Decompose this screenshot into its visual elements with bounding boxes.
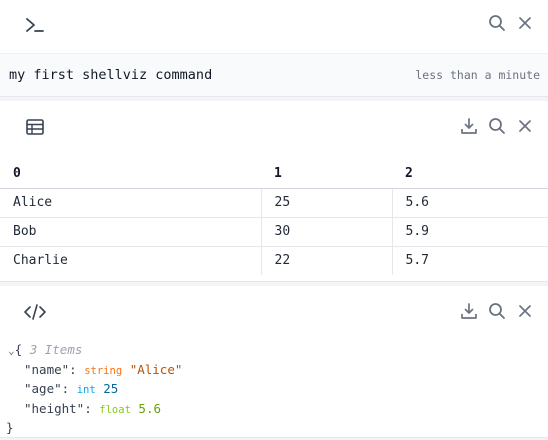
json-value: 5.6 — [138, 400, 161, 416]
json-type: string — [84, 364, 123, 377]
json-card-header — [0, 286, 548, 334]
search-icon[interactable] — [488, 14, 506, 32]
json-entry: "height": float 5.6 — [24, 400, 161, 416]
table-cell: 5.6 — [391, 188, 548, 218]
command-card: my first shellviz command less than a mi… — [0, 0, 548, 97]
table-cell: 5.7 — [391, 246, 548, 275]
json-entry: "name": string "Alice" — [24, 361, 183, 377]
json-card-actions — [460, 302, 534, 320]
json-viewer: ⌄{ 3 Items "name": string "Alice" "age":… — [0, 340, 548, 437]
command-card-header — [0, 0, 548, 48]
json-close-brace: } — [6, 420, 14, 436]
chevron-down-icon[interactable]: ⌄ — [8, 344, 15, 357]
close-icon[interactable] — [516, 302, 534, 320]
table-cell: Charlie — [13, 253, 68, 269]
table-row: Alice 25 5.6 — [0, 188, 548, 218]
json-entry: "age": int 25 — [24, 381, 119, 397]
table-cell: 30 — [260, 217, 392, 247]
command-card-actions — [488, 14, 534, 32]
json-root-line: ⌄{ 3 Items — [0, 340, 548, 360]
json-key: "height" — [24, 400, 85, 416]
json-type: int — [76, 384, 96, 397]
json-key: "name" — [24, 361, 70, 377]
command-text: my first shellviz command — [9, 67, 213, 83]
search-icon[interactable] — [488, 302, 506, 320]
table-card: 0 1 2 Alice 25 5.6 Bob 30 5.9 Charlie 22… — [0, 101, 548, 282]
json-value: 25 — [103, 381, 119, 397]
data-table: 0 1 2 Alice 25 5.6 Bob 30 5.9 Charlie 22… — [0, 159, 548, 275]
table-card-actions — [460, 117, 534, 135]
column-header[interactable]: 0 — [0, 159, 261, 189]
close-icon[interactable] — [516, 14, 534, 32]
json-type: float — [99, 403, 131, 416]
json-open-brace: { — [14, 342, 23, 357]
search-icon[interactable] — [488, 117, 506, 135]
json-key: "age" — [24, 381, 62, 397]
table-row: Bob 30 5.9 — [0, 217, 548, 247]
table-card-header — [0, 101, 548, 153]
download-icon[interactable] — [460, 302, 478, 320]
download-icon[interactable] — [460, 117, 478, 135]
json-value: "Alice" — [129, 361, 183, 377]
table-row: Charlie 22 5.7 — [0, 246, 548, 275]
table-cell: 22 — [260, 246, 392, 275]
table-cell: 5.9 — [391, 217, 548, 247]
table-cell: Alice — [0, 188, 261, 218]
table-cell: Bob — [0, 217, 261, 247]
table-icon — [22, 114, 48, 140]
command-row: my first shellviz command less than a mi… — [0, 53, 548, 96]
json-close-line: } — [0, 418, 548, 437]
column-header[interactable]: 2 — [392, 159, 548, 189]
close-icon[interactable] — [516, 117, 534, 135]
json-item-count: 3 Items — [29, 342, 83, 357]
table-cell: 25 — [260, 188, 392, 218]
terminal-icon — [22, 12, 48, 38]
code-icon — [22, 299, 48, 325]
table-header-row: 0 1 2 — [0, 159, 548, 189]
json-card: ⌄{ 3 Items "name": string "Alice" "age":… — [0, 286, 548, 438]
command-timestamp: less than a minute — [415, 68, 540, 82]
column-header[interactable]: 1 — [261, 159, 392, 189]
